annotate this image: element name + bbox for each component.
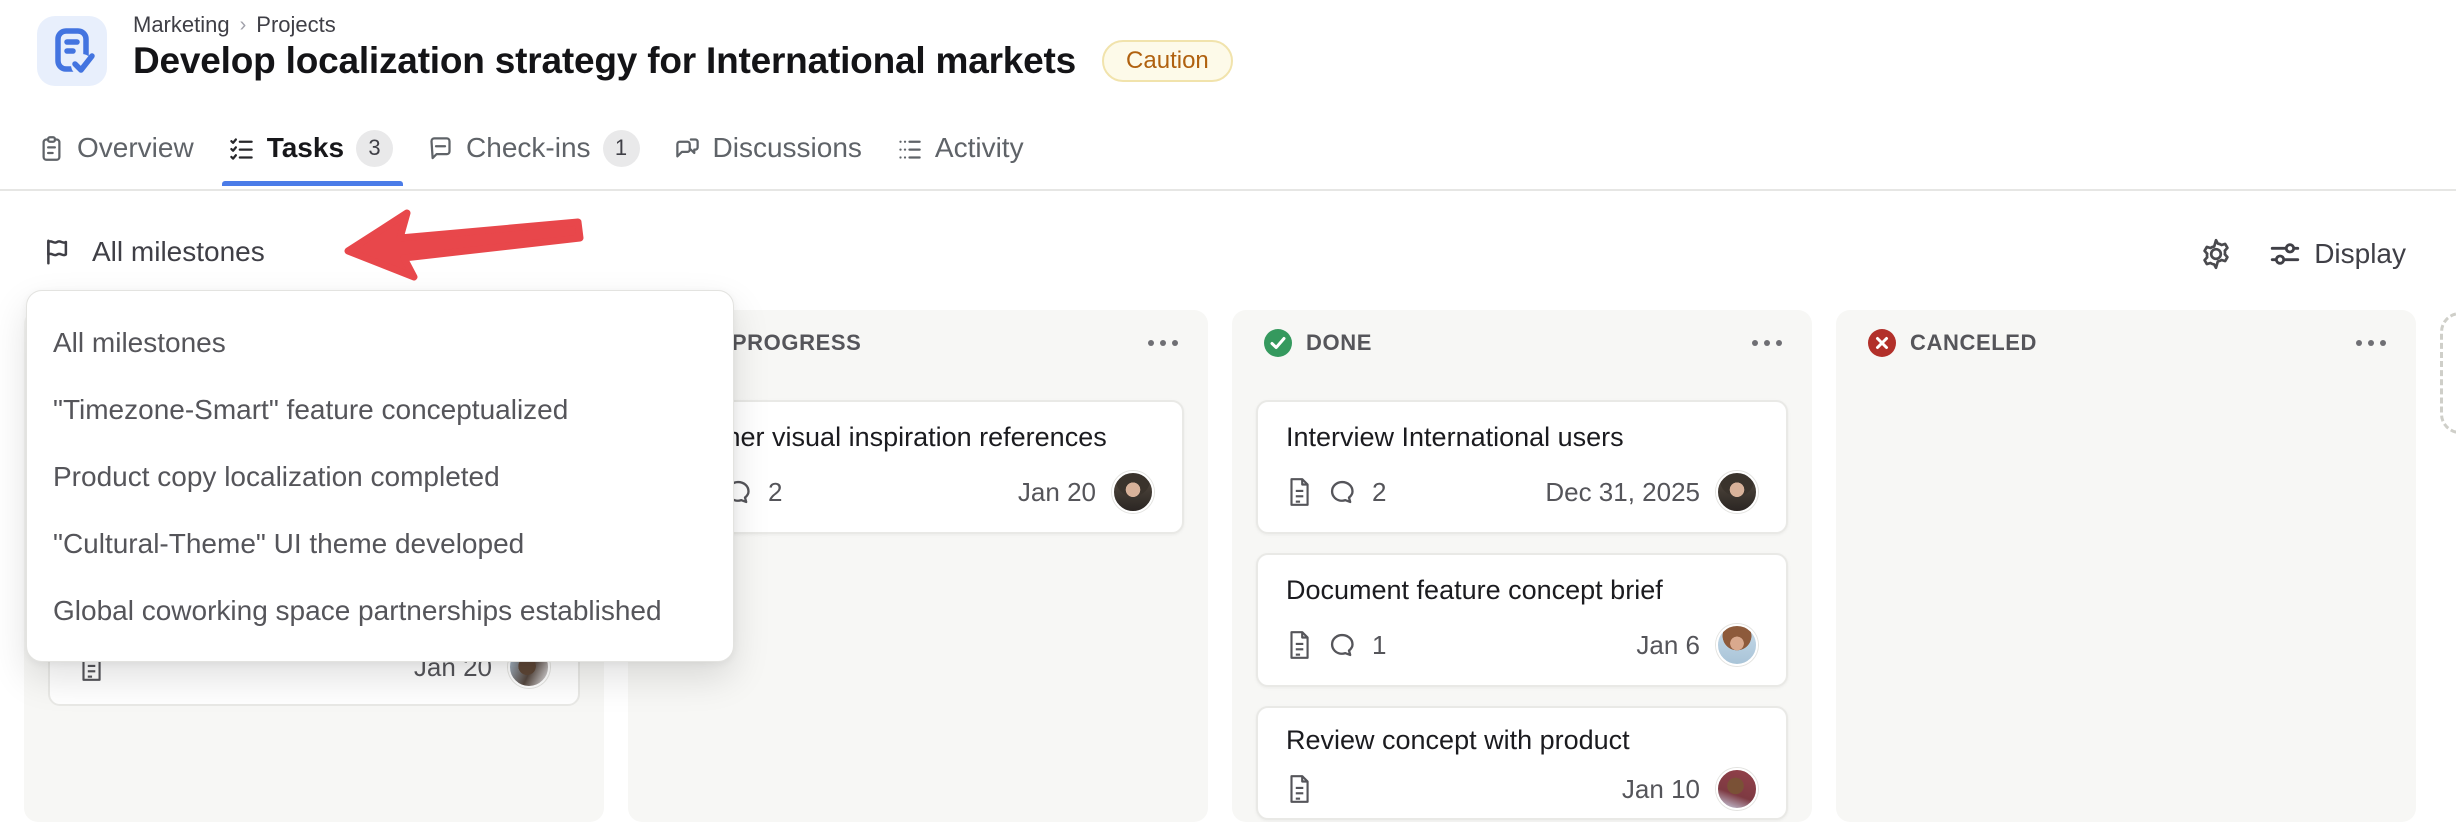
column-title: CANCELED [1910, 330, 2038, 355]
breadcrumb-marketing[interactable]: Marketing [133, 12, 230, 38]
cards-list: Interview International users 2 Dec 31, … [1232, 376, 1812, 820]
clipboard-check-icon [55, 28, 95, 76]
card-title: Gather visual inspiration references [682, 422, 1107, 452]
card-title: Review concept with product [1286, 725, 1630, 755]
milestone-filter-label: All milestones [92, 236, 265, 267]
tasks-count-badge: 3 [356, 129, 394, 167]
document-icon [1290, 775, 1309, 803]
dropdown-item-cultural-theme[interactable]: "Cultural-Theme" UI theme developed [27, 510, 733, 577]
milestone-filter-button[interactable]: All milestones [44, 236, 265, 268]
comment-bubble-icon [1330, 633, 1354, 657]
kanban-column-canceled: CANCELED [1836, 310, 2416, 822]
display-button-label: Display [2314, 238, 2406, 269]
tab-overview[interactable]: Overview [38, 132, 194, 164]
tab-bar: Overview Tasks 3 Check-ins 1 Discussions… [38, 126, 1024, 186]
dropdown-item-all-milestones[interactable]: All milestones [27, 309, 733, 376]
card-meta: Jan 10 [1286, 768, 1758, 810]
comment-icon [427, 135, 454, 162]
comment-count: 2 [768, 476, 783, 507]
flag-icon [47, 239, 68, 265]
dropdown-item-global-coworking[interactable]: Global coworking space partnerships esta… [27, 577, 733, 644]
card-meta: 2 Jan 20 [682, 471, 1154, 513]
card-title: Interview International users [1286, 422, 1624, 452]
task-card[interactable]: Document feature concept brief 1 Jan 6 [1256, 553, 1788, 687]
column-menu-button[interactable] [1148, 334, 1178, 352]
document-icon [1290, 478, 1309, 506]
chat-icon [674, 135, 701, 162]
tab-checkins-label: Check-ins [466, 132, 591, 163]
gear-icon[interactable] [2198, 236, 2234, 272]
tab-discussions[interactable]: Discussions [674, 132, 862, 164]
assignee-avatar [1716, 624, 1758, 666]
kanban-column-done: DONE Interview International users 2 Dec… [1232, 310, 1812, 822]
tab-activity[interactable]: Activity [896, 132, 1024, 164]
column-title: DONE [1306, 330, 1372, 355]
task-card[interactable]: Review concept with product Jan 10 [1256, 706, 1788, 820]
clipboard-icon [38, 135, 65, 162]
project-page: Marketing › Projects Develop localizatio… [0, 0, 2456, 831]
due-date: Dec 31, 2025 [1545, 476, 1700, 507]
document-icon [1290, 631, 1309, 659]
sliders-icon [2271, 243, 2300, 265]
tabs-divider [0, 189, 2456, 191]
task-card[interactable]: Interview International users 2 Dec 31, … [1256, 400, 1788, 534]
card-meta: 1 Jan 6 [1286, 624, 1758, 666]
tab-activity-label: Activity [934, 132, 1024, 163]
due-date: Jan 20 [1017, 476, 1096, 507]
tab-tasks-label: Tasks [266, 132, 345, 163]
comment-bubble-icon [1330, 480, 1354, 504]
column-menu-button[interactable] [1752, 334, 1782, 352]
milestone-dropdown: All milestones "Timezone-Smart" feature … [26, 290, 734, 662]
column-header: DONE [1232, 310, 1812, 376]
activity-icon [896, 135, 923, 162]
add-column-placeholder[interactable] [2440, 312, 2456, 434]
breadcrumb: Marketing › Projects [133, 12, 336, 38]
tab-checkins[interactable]: Check-ins 1 [427, 129, 640, 167]
x-circle-icon [1868, 329, 1896, 357]
tab-discussions-label: Discussions [712, 132, 862, 163]
project-icon [37, 16, 107, 86]
dropdown-item-product-copy[interactable]: Product copy localization completed [27, 443, 733, 510]
tab-tasks[interactable]: Tasks 3 [221, 129, 404, 186]
comment-count: 1 [1372, 629, 1387, 660]
display-button[interactable]: Display [2268, 237, 2406, 271]
title-row: Develop localization strategy for Intern… [133, 40, 1233, 82]
card-title: Document feature concept brief [1286, 575, 1663, 605]
checkins-count-badge: 1 [602, 129, 640, 167]
due-date: Jan 10 [1621, 773, 1700, 804]
assignee-avatar [1716, 471, 1758, 513]
dropdown-item-timezone-smart[interactable]: "Timezone-Smart" feature conceptualized [27, 376, 733, 443]
toolbar-right: Display [2198, 236, 2406, 272]
red-arrow-annotation [344, 209, 584, 281]
breadcrumb-projects[interactable]: Projects [256, 12, 335, 38]
status-badge[interactable]: Caution [1102, 40, 1233, 82]
checklist-icon [228, 135, 255, 162]
assignee-avatar [1112, 471, 1154, 513]
breadcrumb-separator: › [239, 13, 247, 36]
comment-count: 2 [1372, 476, 1387, 507]
assignee-avatar [1716, 768, 1758, 810]
column-header: CANCELED [1836, 310, 2416, 376]
due-date: Jan 6 [1636, 629, 1700, 660]
check-circle-icon [1264, 329, 1292, 357]
column-menu-button[interactable] [2356, 334, 2386, 352]
tab-overview-label: Overview [77, 132, 194, 163]
card-meta: 2 Dec 31, 2025 [1286, 471, 1758, 513]
page-title: Develop localization strategy for Intern… [133, 40, 1077, 81]
